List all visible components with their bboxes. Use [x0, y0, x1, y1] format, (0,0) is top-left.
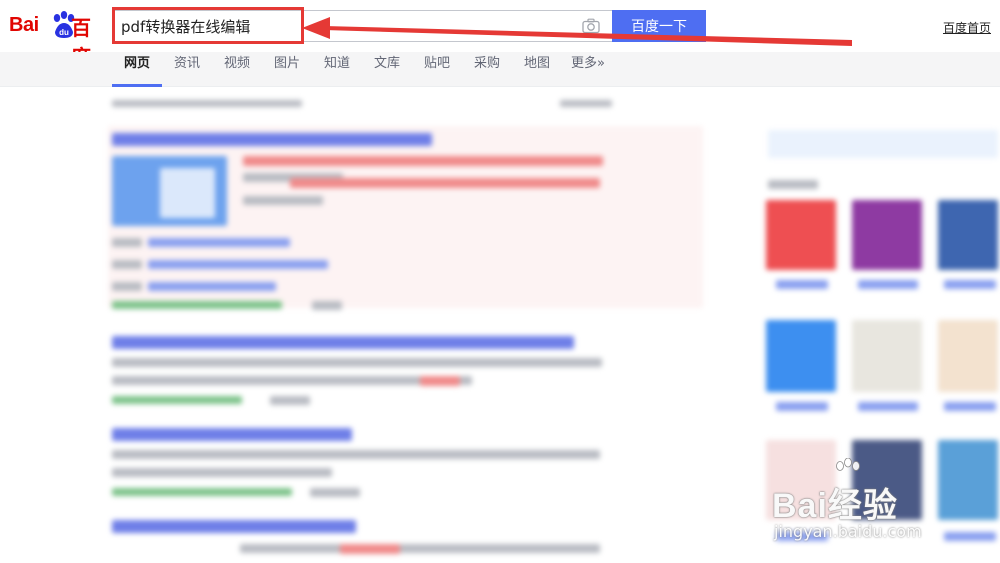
result-url: [112, 301, 282, 309]
result-title[interactable]: [112, 428, 352, 441]
result-snippet: [290, 178, 600, 188]
result-meta: [270, 396, 310, 405]
sidebar-app-tile[interactable]: [766, 200, 836, 270]
sidebar-app-label[interactable]: [944, 532, 996, 541]
thumbnail-logo: [160, 168, 215, 218]
result-title[interactable]: [112, 336, 574, 349]
search-box[interactable]: [112, 10, 612, 42]
tab-zhidao[interactable]: 知道: [324, 52, 350, 87]
result-url: [112, 396, 242, 404]
tab-images[interactable]: 图片: [274, 52, 300, 87]
sidebar-app-tile[interactable]: [852, 200, 922, 270]
svg-text:du: du: [59, 28, 69, 37]
sidebar-app-label[interactable]: [858, 402, 918, 411]
sidebar-app-label[interactable]: [776, 532, 828, 541]
result-snippet: [112, 376, 472, 385]
camera-icon[interactable]: [582, 18, 600, 34]
result-sublink[interactable]: [148, 282, 276, 291]
result-title[interactable]: [112, 133, 432, 146]
sidebar-app-tile[interactable]: [938, 320, 998, 392]
result-title[interactable]: [112, 520, 356, 533]
sidebar-app-label[interactable]: [944, 402, 996, 411]
sidebar-app-tile[interactable]: [938, 200, 998, 270]
result-snippet-highlight: [420, 376, 460, 386]
sidebar-app-label[interactable]: [776, 280, 828, 289]
tab-wenku[interactable]: 文库: [374, 52, 400, 87]
result-snippet: [112, 468, 332, 477]
search-tools-bar: [560, 100, 612, 107]
blurred-results-area: [0, 88, 1000, 563]
tab-caigou[interactable]: 采购: [474, 52, 500, 87]
sidebar-app-tile[interactable]: [852, 440, 922, 520]
ad-badge: [312, 301, 342, 310]
logo-text-bai: Bai: [9, 14, 39, 36]
result-snippet: [243, 156, 603, 166]
search-tabs: 网页 资讯 视频 图片 知道 文库 贴吧 采购 地图 更多»: [0, 52, 1000, 87]
sublink-label: [112, 282, 142, 291]
top-bar: Bai du 百度 百度一下 百度首页: [0, 0, 1000, 69]
result-meta: [310, 488, 360, 497]
sublink-label: [112, 238, 142, 247]
sidebar-app-label[interactable]: [776, 402, 828, 411]
baidu-logo[interactable]: Bai du 百度: [9, 8, 105, 69]
result-snippet: [240, 544, 600, 553]
result-snippet-highlight: [340, 544, 400, 554]
result-snippet: [112, 358, 602, 367]
tab-more[interactable]: 更多»: [571, 52, 605, 87]
sidebar-banner[interactable]: [768, 130, 998, 158]
result-sublink[interactable]: [148, 238, 290, 247]
sidebar-app-tile[interactable]: [852, 320, 922, 392]
search-button[interactable]: 百度一下: [612, 10, 706, 42]
baidu-home-link[interactable]: 百度首页: [943, 19, 991, 36]
result-sublink[interactable]: [148, 260, 328, 269]
sidebar-app-tile[interactable]: [766, 440, 836, 520]
tab-news[interactable]: 资讯: [174, 52, 200, 87]
sidebar-app-tile[interactable]: [766, 320, 836, 392]
sidebar-app-tile[interactable]: [938, 440, 998, 520]
sidebar-app-label[interactable]: [858, 280, 918, 289]
sublink-label: [112, 260, 142, 269]
result-snippet: [243, 196, 323, 205]
sidebar-heading: [768, 180, 818, 189]
tab-video[interactable]: 视频: [224, 52, 250, 87]
result-count-bar: [112, 100, 302, 107]
tab-tieba[interactable]: 贴吧: [424, 52, 450, 87]
result-url: [112, 488, 292, 496]
tab-web[interactable]: 网页: [112, 52, 162, 87]
sidebar-app-label[interactable]: [944, 280, 996, 289]
result-snippet: [112, 450, 600, 459]
tab-map[interactable]: 地图: [524, 52, 550, 87]
search-input[interactable]: [121, 15, 561, 37]
